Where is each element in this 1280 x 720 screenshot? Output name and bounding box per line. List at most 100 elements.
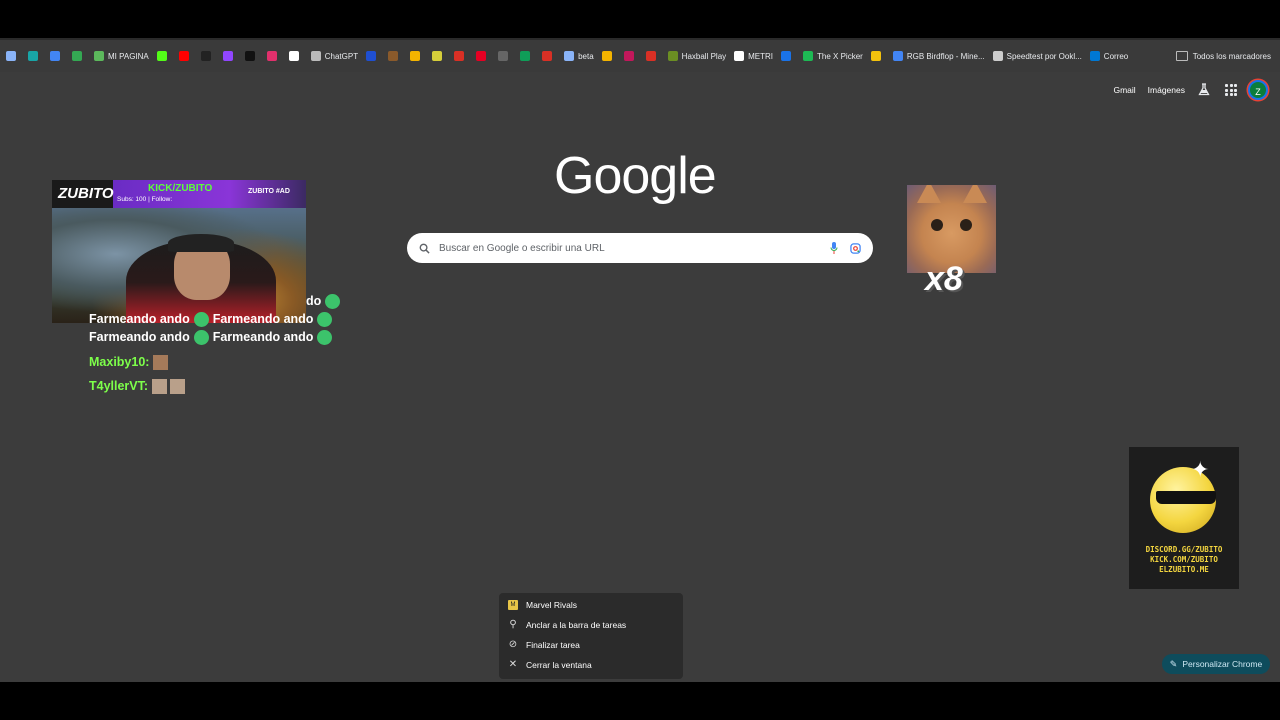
menu-item-end-task[interactable]: ⊘ Finalizar tarea — [508, 637, 580, 653]
pencil-icon: ✎ — [1169, 658, 1178, 669]
bookmark-item[interactable] — [623, 51, 638, 61]
bookmark-item[interactable] — [781, 51, 795, 61]
account-avatar[interactable]: Z — [1248, 80, 1268, 100]
menu-item-label: Finalizar tarea — [526, 640, 580, 650]
dot-icon — [520, 51, 531, 61]
bookmark-label: MI PAGINA — [108, 51, 149, 61]
bookmark-item[interactable] — [366, 51, 380, 61]
menu-item-pin-taskbar[interactable]: ⚲ Anclar a la barra de tareas — [508, 617, 626, 633]
pin-icon: ⚲ — [509, 619, 517, 630]
speedtest-icon — [992, 51, 1003, 61]
cat-ear — [963, 185, 987, 203]
discord-overlay-text: DISCORD.GG/ZUBITO KICK.COM/ZUBITO ELZUBI… — [1129, 545, 1239, 575]
cross-icon — [542, 51, 553, 61]
arrow-icon — [6, 51, 16, 61]
bookmark-label: METRI — [748, 51, 774, 61]
menu-item-label: Cerrar la ventana — [526, 660, 592, 670]
bookmark-item[interactable] — [266, 51, 281, 61]
minecraft-icon — [388, 51, 399, 61]
bookmark-item[interactable] — [645, 51, 660, 61]
microphone-icon[interactable] — [830, 242, 838, 254]
bookmark-item[interactable] — [454, 51, 468, 61]
bookmark-item[interactable]: Haxball Play — [667, 51, 727, 61]
youtube-icon — [178, 51, 189, 61]
chrome-icon — [72, 51, 82, 61]
bookmark-item[interactable] — [410, 51, 424, 61]
chat-message: do — [306, 294, 322, 308]
bookmark-label: Speedtest por Ookl... — [1006, 51, 1082, 61]
images-link[interactable]: Imágenes — [1148, 85, 1185, 95]
gmail-link[interactable]: Gmail — [1113, 85, 1135, 95]
bookmark-item[interactable] — [288, 51, 303, 61]
map-icon — [781, 51, 792, 61]
bookmark-item[interactable] — [542, 51, 556, 61]
bookmark-label: RGB Birdflop - Mine... — [906, 51, 985, 61]
stream-subs: Subs: 100 | Follow: — [117, 196, 173, 203]
bookmark-item[interactable] — [50, 51, 64, 61]
bookmark-item[interactable]: Correo — [1089, 51, 1129, 61]
bookmark-item[interactable] — [476, 51, 490, 61]
stream-chat-overlay: do Farmeando ando Farmeando ando Farmean… — [89, 292, 344, 395]
close-icon: ✕ — [508, 659, 518, 670]
stream-logo: ZUBITO — [58, 185, 114, 202]
bookmark-item[interactable]: METRI — [734, 51, 773, 61]
search-icon — [419, 243, 430, 254]
emote-image — [170, 378, 186, 394]
taskbar-area — [0, 682, 1280, 720]
kick-icon — [156, 51, 167, 61]
bookmark-item[interactable] — [432, 51, 446, 61]
discord-overlay: ✦ DISCORD.GG/ZUBITO KICK.COM/ZUBITO ELZU… — [1129, 447, 1239, 589]
bookmark-item[interactable] — [222, 51, 237, 61]
diamond-icon — [288, 51, 299, 61]
bookmark-item[interactable] — [72, 51, 86, 61]
bookmark-item[interactable] — [156, 51, 171, 61]
customize-chrome-button[interactable]: ✎ Personalizar Chrome — [1162, 654, 1270, 674]
browser-top-bar — [0, 0, 1280, 40]
all-bookmarks-button[interactable]: Todos los marcadores — [1175, 40, 1271, 72]
cat-multiplier: x8 — [925, 260, 963, 298]
bookmark-item[interactable] — [601, 51, 616, 61]
emote-icon — [193, 329, 209, 345]
bookmark-item[interactable] — [244, 51, 259, 61]
bookmark-item[interactable] — [6, 51, 20, 61]
cat-eye — [960, 219, 972, 231]
twitch-icon — [222, 51, 233, 61]
bookmark-item[interactable]: ChatGPT — [310, 51, 358, 61]
google-apps-icon[interactable] — [1225, 84, 1237, 96]
page-icon — [94, 51, 104, 61]
bookmark-item[interactable]: RGB Birdflop - Mine... — [892, 51, 985, 61]
emote-image — [153, 354, 169, 370]
bookmark-label: Haxball Play — [681, 51, 727, 61]
bookmark-item[interactable] — [520, 51, 534, 61]
grid-icon — [564, 51, 575, 61]
discord-link: DISCORD.GG/ZUBITO — [1145, 545, 1223, 554]
bookmark-item[interactable] — [200, 51, 215, 61]
tiktok-icon — [244, 51, 255, 61]
chart-icon — [645, 51, 656, 61]
bookmark-item[interactable] — [870, 51, 885, 61]
instagram-icon — [266, 51, 277, 61]
search-input[interactable]: Buscar en Google o escribir una URL — [439, 243, 830, 254]
search-box[interactable]: Buscar en Google o escribir una URL — [407, 233, 873, 263]
cat-eye — [931, 219, 943, 231]
site-link: ELZUBITO.ME — [1159, 565, 1209, 574]
bookmark-item[interactable]: Speedtest por Ookl... — [992, 51, 1082, 61]
menu-item-marvel-rivals[interactable]: M Marvel Rivals — [508, 597, 577, 613]
bookmark-item[interactable]: MI PAGINA — [94, 51, 149, 61]
menu-item-close-window[interactable]: ✕ Cerrar la ventana — [508, 657, 592, 673]
bookmark-label: The X Picker — [817, 51, 863, 61]
bookmark-item[interactable] — [28, 51, 42, 61]
bookmark-item[interactable]: beta — [564, 51, 594, 61]
xpicker-icon — [803, 51, 814, 61]
app-icon — [28, 51, 38, 61]
google-lens-icon[interactable] — [850, 242, 861, 254]
bookmark-item[interactable] — [388, 51, 402, 61]
emote-image — [152, 378, 168, 394]
bookmark-item[interactable] — [178, 51, 193, 61]
bookmark-item[interactable] — [498, 51, 512, 61]
chat-username: T4yllerVT: — [89, 379, 149, 393]
labs-flask-icon[interactable] — [1197, 83, 1211, 97]
bookmark-label: Correo — [1103, 51, 1129, 61]
bookmark-item[interactable]: The X Picker — [803, 51, 863, 61]
emote-icon — [317, 329, 333, 345]
